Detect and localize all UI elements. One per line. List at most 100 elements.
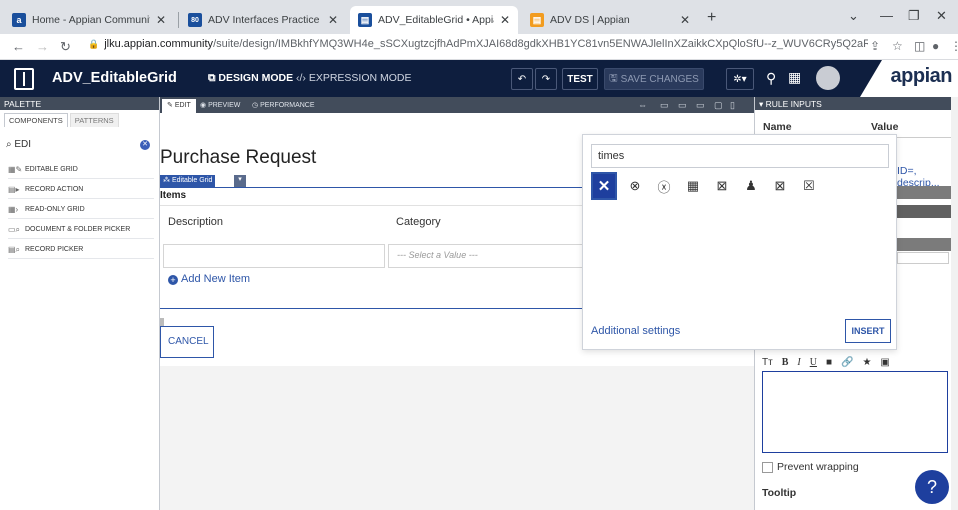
color-icon[interactable]: ■ bbox=[826, 357, 832, 368]
minimize-icon[interactable]: — bbox=[880, 8, 893, 23]
share-icon[interactable]: ⇪ bbox=[870, 39, 880, 53]
folder-picker-icon: ▭⌕ bbox=[8, 224, 21, 234]
browser-tab-4[interactable]: ▤ ADV DS | Appian ✕ bbox=[522, 6, 698, 34]
url-field[interactable]: 🔒 jlku.appian.community/suite/design/IMBk… bbox=[88, 38, 868, 56]
record-action-icon: ▤▸ bbox=[8, 185, 20, 194]
bold-icon[interactable]: B bbox=[782, 357, 789, 368]
times-circle-icon[interactable]: ⊗ bbox=[624, 175, 646, 197]
close-tab-icon[interactable]: ✕ bbox=[680, 13, 690, 27]
editable-grid-badge[interactable]: ⁂ Editable Grid bbox=[160, 175, 216, 187]
expression-mode-label: EXPRESSION MODE bbox=[308, 72, 412, 84]
tablet-landscape-icon[interactable]: ▭ bbox=[696, 100, 705, 111]
close-tab-icon[interactable]: ✕ bbox=[328, 13, 338, 27]
palette-item-label: DOCUMENT & FOLDER PICKER bbox=[25, 226, 131, 233]
italic-icon[interactable]: I bbox=[797, 357, 800, 368]
forward-icon[interactable]: → bbox=[36, 39, 49, 54]
prevent-wrapping-checkbox[interactable] bbox=[762, 462, 773, 473]
tab-performance[interactable]: ◷ PERFORMANCE bbox=[252, 101, 315, 109]
browser-tab-3-active[interactable]: ▤ ADV_EditableGrid • Appian Interf ✕ bbox=[350, 6, 518, 34]
expression-mode-toggle[interactable]: ‹/› EXPRESSION MODE bbox=[296, 72, 412, 84]
tab-components[interactable]: COMPONENTS bbox=[4, 113, 68, 127]
palette-search-value: EDI bbox=[14, 139, 32, 150]
undo-button[interactable]: ↶ bbox=[511, 68, 533, 90]
calendar-times-o-icon[interactable]: ⊠ bbox=[711, 175, 733, 197]
palette-search-input[interactable]: ⌕ EDI ✕ bbox=[6, 139, 154, 154]
image-icon[interactable]: ▣ bbox=[880, 357, 889, 368]
restore-icon[interactable]: ❐ bbox=[908, 8, 920, 24]
palette-item-document-folder-picker[interactable]: ▭⌕ DOCUMENT & FOLDER PICKER bbox=[8, 221, 154, 239]
appian-logo: appian bbox=[890, 65, 953, 87]
palette-item-label: EDITABLE GRID bbox=[25, 166, 78, 173]
kebab-menu-icon[interactable]: ⋮ bbox=[950, 39, 958, 53]
close-window-icon[interactable]: ✕ bbox=[936, 8, 947, 24]
insert-button[interactable]: INSERT bbox=[845, 319, 891, 343]
calendar-times-icon[interactable]: ▦ bbox=[682, 175, 704, 197]
cancel-button[interactable]: CANCEL bbox=[160, 326, 214, 358]
tab-patterns[interactable]: PATTERNS bbox=[69, 113, 119, 127]
chevron-down-icon[interactable]: ▾ bbox=[234, 175, 246, 187]
search-icon: ⌕ bbox=[6, 139, 12, 150]
column-header-description: Description bbox=[168, 216, 224, 228]
phone-icon[interactable]: ▯ bbox=[730, 100, 735, 111]
star-icon[interactable]: ★ bbox=[862, 357, 871, 368]
text-size-icon[interactable]: Tт bbox=[762, 357, 773, 368]
dark-row bbox=[897, 238, 958, 251]
redo-button[interactable]: ↷ bbox=[535, 68, 557, 90]
tab-performance-label: PERFORMANCE bbox=[260, 102, 315, 109]
tab-edit[interactable]: ✎ EDIT bbox=[162, 99, 196, 113]
browser-tab-1[interactable]: a Home - Appian Community Edit ✕ bbox=[4, 6, 174, 34]
dependents-icon[interactable]: ⚲ bbox=[766, 70, 776, 87]
description-input[interactable] bbox=[163, 244, 385, 268]
rule-inputs-header-label: RULE INPUTS bbox=[765, 99, 822, 109]
palette-item-editable-grid[interactable]: ▦✎ EDITABLE GRID bbox=[8, 161, 154, 179]
window-close-o-icon[interactable]: ☒ bbox=[798, 175, 820, 197]
laptop-icon[interactable]: ▭ bbox=[678, 100, 687, 111]
design-mode-toggle[interactable]: ⧉ DESIGN MODE bbox=[208, 72, 293, 85]
save-changes-button[interactable]: 🖫 SAVE CHANGES bbox=[604, 68, 704, 90]
add-new-item-link[interactable]: + Add New Item bbox=[168, 273, 250, 285]
clear-search-icon[interactable]: ✕ bbox=[140, 140, 150, 150]
window-close-icon[interactable]: ⊠ bbox=[769, 175, 791, 197]
scrollbar[interactable] bbox=[951, 97, 958, 510]
tab-search-chevron-icon[interactable]: ⌄ bbox=[848, 8, 859, 24]
icon-results: ✕ ⊗ ⓧ ▦ ⊠ ♟ ⊠ ☒ bbox=[591, 172, 827, 203]
rule-inputs-header[interactable]: ▾ RULE INPUTS bbox=[755, 97, 958, 110]
tab-preview-label: PREVIEW bbox=[208, 102, 241, 109]
additional-settings-link[interactable]: Additional settings bbox=[591, 325, 680, 337]
user-times-icon[interactable]: ♟ bbox=[740, 175, 762, 197]
address-bar-row: ← → ↻ 🔒 jlku.appian.community/suite/desig… bbox=[0, 34, 958, 60]
tab-preview[interactable]: ◉ PREVIEW bbox=[200, 101, 240, 109]
avatar[interactable] bbox=[816, 66, 840, 90]
editable-grid-icon: ▦✎ bbox=[8, 165, 23, 174]
profile-icon[interactable]: ● bbox=[932, 39, 939, 53]
category-dropdown[interactable]: --- Select a Value --- bbox=[388, 244, 584, 268]
link-icon[interactable]: 🔗 bbox=[841, 357, 853, 368]
reload-icon[interactable]: ↻ bbox=[60, 39, 71, 55]
value-field[interactable] bbox=[897, 252, 949, 264]
icon-search-input[interactable]: times bbox=[591, 144, 889, 168]
tablet-portrait-icon[interactable]: ▢ bbox=[714, 100, 723, 111]
help-button[interactable]: ? bbox=[915, 470, 949, 504]
palette-tabs: COMPONENTS PATTERNS bbox=[4, 113, 159, 127]
rich-text-area[interactable] bbox=[762, 371, 948, 453]
close-tab-icon[interactable]: ✕ bbox=[156, 13, 166, 27]
appian-favicon-icon: 80 bbox=[188, 13, 202, 27]
settings-gear-icon[interactable]: ✲▾ bbox=[726, 68, 754, 90]
times-circle-o-icon[interactable]: ⓧ bbox=[653, 175, 675, 197]
palette-item-record-action[interactable]: ▤▸ RECORD ACTION bbox=[8, 181, 154, 199]
expand-icon[interactable]: ⇔ bbox=[638, 100, 647, 110]
bookmark-star-icon[interactable]: ☆ bbox=[892, 39, 903, 53]
palette-item-read-only-grid[interactable]: ▦› READ-ONLY GRID bbox=[8, 201, 154, 219]
back-icon[interactable]: ← bbox=[12, 39, 25, 54]
design-mode-label: DESIGN MODE bbox=[218, 72, 294, 84]
new-tab-icon[interactable]: + bbox=[707, 9, 716, 27]
app-grid-icon[interactable]: ▦ bbox=[788, 69, 801, 86]
palette-item-record-picker[interactable]: ▤⌕ RECORD PICKER bbox=[8, 241, 154, 259]
side-panel-icon[interactable]: ◫ bbox=[914, 39, 925, 53]
desktop-icon[interactable]: ▭ bbox=[660, 100, 669, 111]
test-button[interactable]: TEST bbox=[562, 68, 598, 90]
underline-icon[interactable]: U bbox=[810, 357, 817, 368]
browser-tab-2[interactable]: 80 ADV Interfaces Practice – Build · ✕ bbox=[180, 6, 346, 34]
close-tab-icon[interactable]: ✕ bbox=[500, 13, 510, 27]
times-icon[interactable]: ✕ bbox=[591, 172, 617, 200]
